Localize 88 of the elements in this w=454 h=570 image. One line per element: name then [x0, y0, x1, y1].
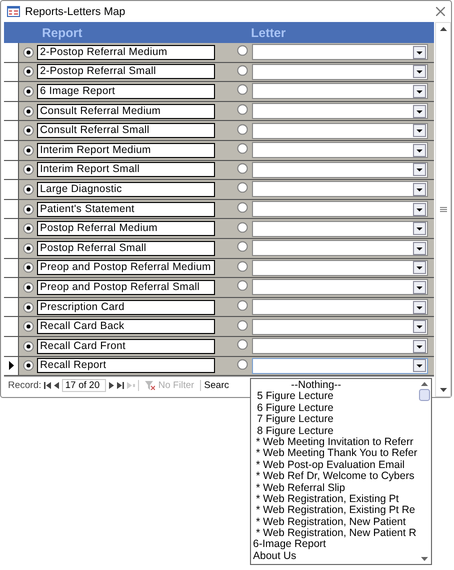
report-radio[interactable]: [23, 144, 34, 156]
scroll-thumb[interactable]: [419, 389, 430, 401]
report-radio[interactable]: [23, 262, 34, 274]
report-field[interactable]: Large Diagnostic: [37, 182, 215, 197]
letter-radio[interactable]: [237, 64, 248, 76]
vertical-scrollbar[interactable]: [435, 22, 451, 397]
report-radio[interactable]: [23, 66, 34, 78]
report-radio[interactable]: [23, 282, 34, 293]
scroll-grip-icon[interactable]: [440, 207, 447, 212]
letter-radio[interactable]: [237, 222, 248, 233]
report-field[interactable]: Patient's Statement: [37, 202, 215, 217]
record-position-field[interactable]: 17 of 20: [62, 379, 106, 392]
letter-radio[interactable]: [237, 320, 248, 331]
report-field[interactable]: Interim Report Small: [37, 162, 215, 178]
letter-radio[interactable]: [237, 143, 248, 154]
letter-radio[interactable]: [237, 339, 248, 350]
column-header: Report: [42, 26, 84, 40]
report-radio[interactable]: [23, 46, 34, 58]
scroll-down-icon[interactable]: [440, 388, 447, 392]
report-radio[interactable]: [23, 242, 34, 254]
report-field[interactable]: Preop and Postop Referral Medium: [37, 260, 215, 276]
report-field[interactable]: 6 Image Report: [37, 84, 215, 99]
dropdown-item[interactable]: 6-Image Report: [251, 539, 418, 551]
letter-radio[interactable]: [237, 358, 248, 370]
letter-radio[interactable]: [237, 124, 248, 135]
search-field[interactable]: Searc: [204, 380, 229, 392]
report-field[interactable]: Postop Referral Medium: [37, 221, 215, 236]
current-record-icon: [8, 361, 14, 370]
dropdown-item[interactable]: * Web Meeting Invitation to Referr: [251, 436, 418, 448]
report-field[interactable]: Preop and Postop Referral Small: [37, 280, 215, 295]
report-radio[interactable]: [23, 340, 34, 352]
dropdown-item[interactable]: 5 Figure Lecture: [251, 391, 418, 403]
report-radio[interactable]: [23, 125, 34, 136]
close-icon[interactable]: [436, 7, 445, 16]
funnel-icon: [145, 381, 156, 390]
report-radio[interactable]: [23, 321, 34, 332]
scroll-up-icon[interactable]: [421, 382, 428, 386]
dropdown-item[interactable]: * Web Ref Dr, Welcome to Cybers: [251, 471, 418, 483]
dropdown-item[interactable]: * Web Registration, New Patient: [251, 516, 418, 528]
previous-record-icon[interactable]: [54, 382, 60, 390]
scroll-up-icon[interactable]: [440, 27, 447, 31]
last-record-icon[interactable]: [117, 382, 124, 390]
dropdown-item[interactable]: 7 Figure Lecture: [251, 414, 418, 426]
record-label: Record:: [8, 380, 42, 392]
report-field[interactable]: Postop Referral Small: [37, 240, 215, 256]
dropdown-item[interactable]: About Us: [251, 550, 418, 562]
letter-radio[interactable]: [237, 260, 248, 272]
first-record-icon[interactable]: [44, 382, 52, 390]
report-radio[interactable]: [23, 86, 34, 97]
report-radio[interactable]: [23, 106, 34, 117]
window-title: Reports-Letters Map: [25, 6, 126, 18]
report-field[interactable]: Recall Card Back: [37, 319, 215, 334]
dropdown-item[interactable]: * Web Post-op Evaluation Email: [251, 460, 418, 472]
next-record-icon[interactable]: [109, 382, 114, 390]
dropdown-item[interactable]: --Nothing--: [251, 380, 418, 392]
letter-radio[interactable]: [237, 182, 248, 194]
report-field[interactable]: 2-Postop Referral Small: [37, 64, 215, 80]
scroll-down-icon[interactable]: [421, 557, 428, 561]
report-field[interactable]: Recall Report: [37, 358, 215, 374]
report-radio[interactable]: [23, 164, 34, 176]
dropdown-item[interactable]: * Web Registration, Existing Pt Re: [251, 505, 418, 517]
column-header: Letter: [251, 26, 286, 40]
report-field[interactable]: 2-Postop Referral Medium: [37, 44, 215, 60]
report-field[interactable]: Interim Report Medium: [37, 142, 215, 158]
report-field[interactable]: Consult Referral Small: [37, 123, 215, 138]
report-field[interactable]: Consult Referral Medium: [37, 104, 215, 119]
dropdown-item[interactable]: * Web Meeting Thank You to Refer: [251, 448, 418, 460]
letter-radio[interactable]: [237, 162, 248, 174]
report-radio[interactable]: [23, 360, 34, 372]
report-radio[interactable]: [23, 184, 34, 195]
form-icon: [7, 6, 20, 17]
letter-radio[interactable]: [237, 202, 248, 214]
dropdown-item[interactable]: 6 Figure Lecture: [251, 402, 418, 414]
report-field[interactable]: Prescription Card: [37, 300, 215, 315]
dropdown-item[interactable]: * Web Referral Slip: [251, 482, 418, 494]
dropdown-item[interactable]: * Web Registration, Existing Pt: [251, 494, 418, 506]
letter-radio[interactable]: [237, 104, 248, 116]
letter-radio[interactable]: [237, 280, 248, 292]
letter-radio[interactable]: [237, 300, 248, 312]
letter-radio[interactable]: [237, 84, 248, 96]
report-radio[interactable]: [23, 302, 34, 313]
letter-radio[interactable]: [237, 241, 248, 252]
dropdown-item[interactable]: 8 Figure Lecture: [251, 426, 418, 437]
report-field[interactable]: Recall Card Front: [37, 338, 215, 354]
report-radio[interactable]: [23, 204, 34, 215]
report-radio[interactable]: [23, 223, 34, 234]
dropdown-item[interactable]: * Web Registration, New Patient R: [251, 528, 418, 540]
letter-radio[interactable]: [237, 45, 248, 56]
